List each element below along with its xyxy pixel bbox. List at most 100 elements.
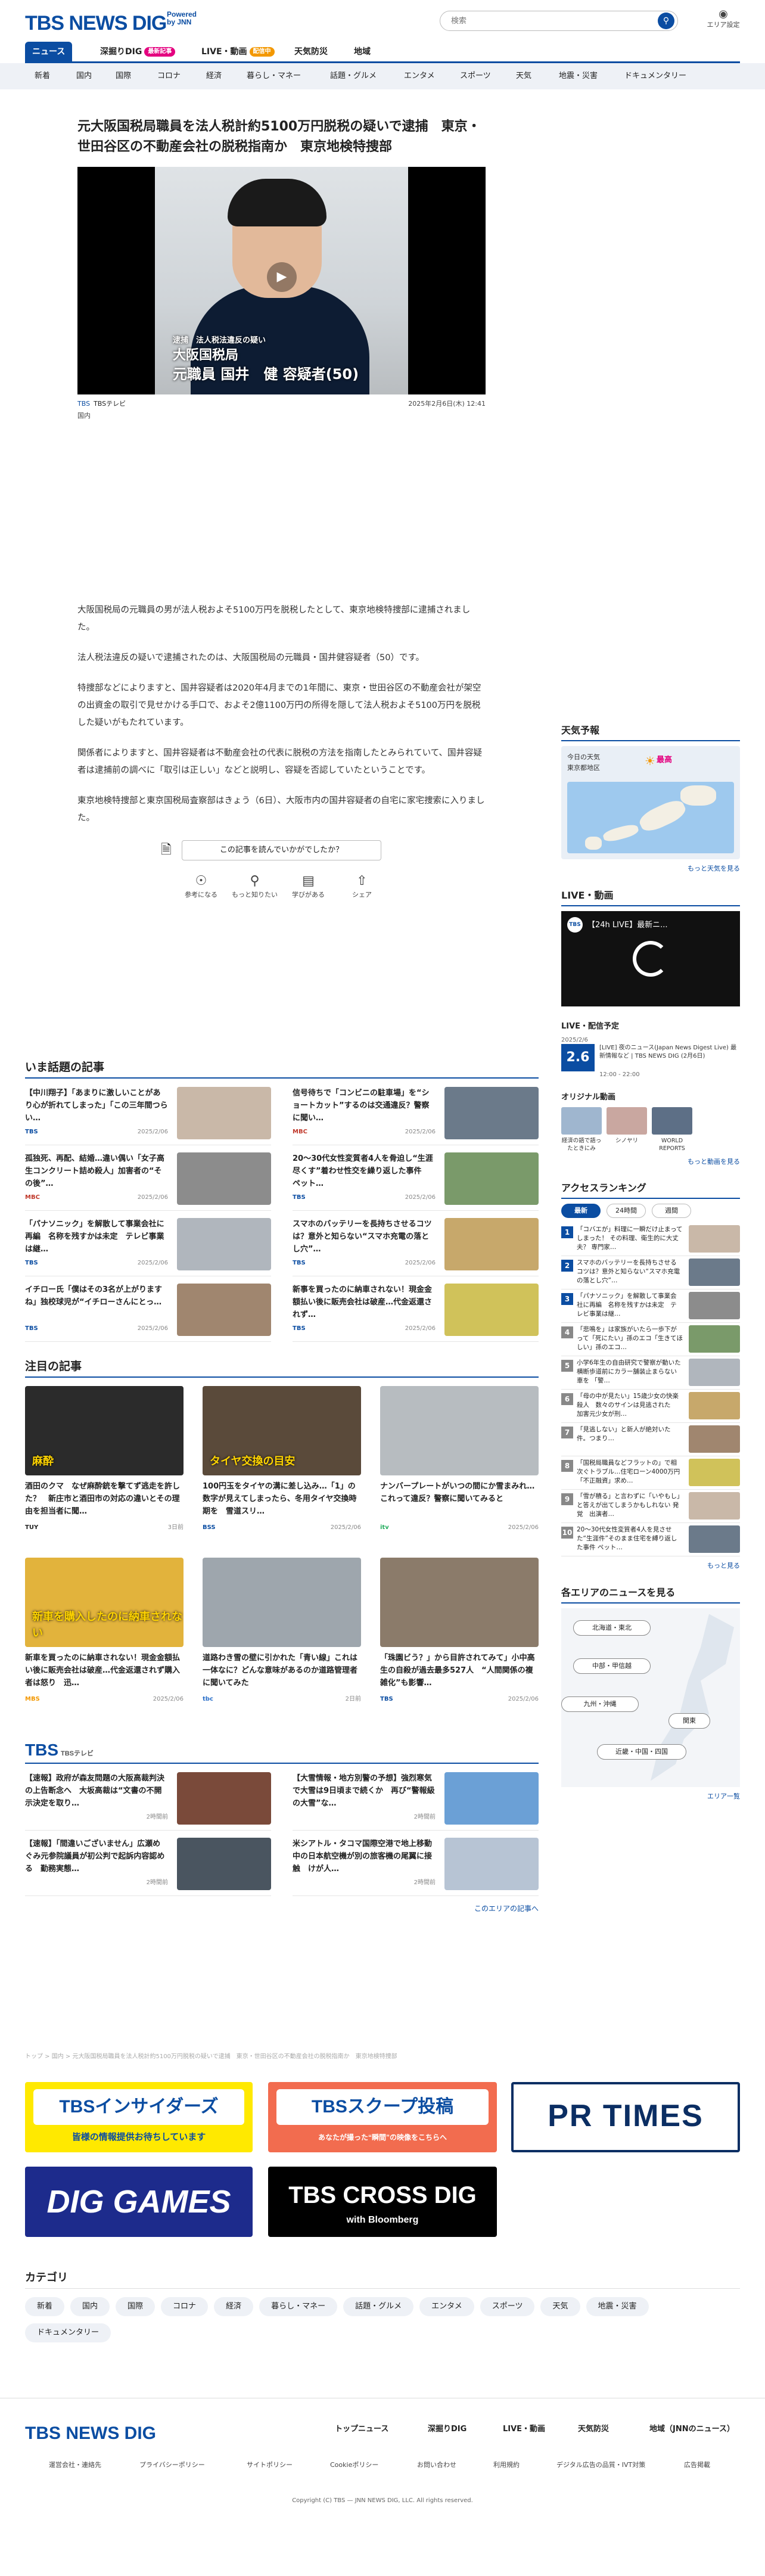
- category-chip[interactable]: 新着: [25, 2297, 65, 2316]
- topic-item[interactable]: 20〜30代女性変質者4人を骨迫し“生涯尽くす”着わせ性交を繰り返した事件 ペッ…: [293, 1152, 539, 1211]
- topic-item[interactable]: イチロー氏「僕はその3名が上がりますね」独校球児が“イチローさんにとっ… TBS 2…: [25, 1284, 271, 1342]
- tab-weather[interactable]: 天気防災: [287, 42, 335, 62]
- orig-video[interactable]: シノヤリ: [607, 1107, 647, 1152]
- category-chip[interactable]: 国内: [70, 2297, 110, 2316]
- footer-link[interactable]: デジタル広告の品質・IVT対策: [556, 2460, 645, 2471]
- category-chip[interactable]: 暮らし・マネー: [259, 2297, 338, 2316]
- topic-item[interactable]: 信号待ちで「コンビニの駐車場」を“ショートカット”するのは交通違反？警察に聞い……: [293, 1087, 539, 1145]
- orig-video[interactable]: 経済の語で語ったときにみ: [561, 1107, 602, 1152]
- feature-card[interactable]: 新車を購入したのに納車されない 新車を買ったのに納車されない！現金金額払い後に販売…: [25, 1558, 184, 1729]
- cat-documentary[interactable]: ドキュメンタリー: [624, 63, 686, 89]
- footer-nav-top[interactable]: トップニュース: [335, 2423, 388, 2435]
- footer-link[interactable]: サイトポリシー: [247, 2460, 293, 2471]
- category-chip[interactable]: 地震・災害: [586, 2297, 649, 2316]
- category-chip[interactable]: 話題・グルメ: [343, 2297, 414, 2316]
- feature-card[interactable]: 麻酔 酒田のクマ なぜ麻酔銃を撃てず逃走を許した？ 新庄市と酒田市の対応の違いとそ…: [25, 1386, 184, 1558]
- cat-corona[interactable]: コロナ: [157, 63, 181, 89]
- more-weather-link[interactable]: もっと天気を見る: [561, 864, 740, 874]
- ranking-item[interactable]: 3 「パナソニック」を解散して事業会社に再編 名称を残すかは未定 テレビ事業は継…: [561, 1289, 740, 1323]
- area-list-link[interactable]: エリア一覧: [561, 1792, 740, 1802]
- weather-widget[interactable]: 今日の天気 東京都地区 ☀ 最高: [561, 746, 740, 859]
- genre-link[interactable]: 国内: [77, 411, 91, 421]
- more-ranking-link[interactable]: もっと見る: [561, 1561, 740, 1571]
- react-useful[interactable]: ☉ 参考になる: [178, 872, 225, 908]
- tab-dig[interactable]: 深掘りDIG 最新記事: [93, 42, 182, 62]
- ranking-item[interactable]: 4 「悲鳴を」は家族がいたら一歩下がって「死にたい」孫のエコ「生きてほしい」孫のエ…: [561, 1323, 740, 1356]
- footer-logo[interactable]: TBS NEWS DIG: [25, 2420, 156, 2447]
- ranking-item[interactable]: 5 小学6年生の自由研究で警察が動いた 横断歩道前にカラー舗装止まらない車を 「警…: [561, 1356, 740, 1390]
- tbs-more-link[interactable]: このエリアの記事へ: [25, 1903, 539, 1914]
- weather-map[interactable]: [567, 782, 734, 853]
- category-chip[interactable]: 国際: [116, 2297, 156, 2316]
- insider-banner[interactable]: TBSインサイダーズ 皆様の情報提供お待ちしています: [25, 2082, 253, 2152]
- live-player[interactable]: TBS 【24h LIVE】最新ニ...: [561, 911, 740, 1006]
- topic-item[interactable]: 孤独死、再配、結婚…違い偶い「女子高生コンクリート詰め殺人」加害者の“その後”……: [25, 1152, 271, 1211]
- category-chip[interactable]: 経済: [214, 2297, 254, 2316]
- feature-card[interactable]: 道路わき雪の壁に引かれた「青い線」これは一体なに？どんな意味があるのか道路管理者…: [203, 1558, 361, 1729]
- more-videos-link[interactable]: もっと動画を見る: [561, 1157, 740, 1167]
- rank-tab-latest[interactable]: 最新: [561, 1204, 601, 1218]
- cat-tenki[interactable]: 天気: [516, 63, 531, 89]
- rank-tab-24h[interactable]: 24時間: [607, 1204, 646, 1218]
- feature-card[interactable]: ナンバープレートがいつの間にか雪まみれ…これって違反？警察に聞いてみると itv 2…: [380, 1386, 539, 1558]
- crossdig-banner[interactable]: TBS CROSS DIG with Bloomberg: [268, 2167, 497, 2237]
- ranking-item[interactable]: 2 スマホのバッテリーを長持ちさせるコツは？意外と知らない“スマホ充電の落とし穴”…: [561, 1256, 740, 1289]
- topic-item[interactable]: スマホのバッテリーを長持ちさせるコツは？意外と知らない“スマホ充電の落とし穴”……: [293, 1218, 539, 1276]
- tbs-item[interactable]: 【速報】政府が森友問題の大阪高裁判決の上告断念へ 大坂高裁は“文書の不開示決定を…: [25, 1772, 271, 1831]
- cat-entame[interactable]: エンタメ: [404, 63, 435, 89]
- footer-link[interactable]: お問い合わせ: [417, 2460, 456, 2471]
- source-logo[interactable]: TBS TBSテレビ: [77, 399, 126, 409]
- tbs-item[interactable]: 米シアトル・タコマ国際空港で地上移動中の日本航空機が別の旅客機の尾翼に接触 けが…: [293, 1838, 539, 1896]
- prtimes-banner[interactable]: PR TIMES: [511, 2082, 740, 2152]
- search-input[interactable]: [440, 11, 678, 31]
- category-chip[interactable]: 天気: [540, 2297, 580, 2316]
- feedback-button[interactable]: 🗎 この記事を読んでいかがでしたか？: [161, 840, 381, 861]
- ranking-item[interactable]: 6 「母の中が見たい」15歳少女の快楽殺人 数々のサインは見逃された 加害元少女が…: [561, 1390, 740, 1423]
- feature-card[interactable]: 「珠園ビう？」から目許されてみて」小中高生の自殺が過去最多527人 “人間関係の…: [380, 1558, 539, 1729]
- tbs-item[interactable]: 【大雪情報・地方別警の予想】強烈寒気で大雪は9日頃まで続くか 再び“警報級の大雪…: [293, 1772, 539, 1831]
- cat-new[interactable]: 新着: [35, 63, 50, 89]
- footer-link[interactable]: 広告掲載: [684, 2460, 710, 2471]
- react-more[interactable]: ⚲ もっと知りたい: [231, 872, 279, 908]
- cat-domestic[interactable]: 国内: [76, 63, 92, 89]
- footer-nav-region[interactable]: 地域（JNNのニュース）: [649, 2423, 735, 2435]
- area-setting-button[interactable]: ◉ エリア設定: [699, 8, 747, 30]
- area-kyushu[interactable]: 九州・沖縄: [561, 1696, 639, 1712]
- area-kanto[interactable]: 関東: [668, 1713, 710, 1729]
- cat-money[interactable]: 暮らし・マネー: [247, 63, 301, 89]
- react-learn[interactable]: ▤ 学びがある: [285, 872, 332, 908]
- video-player[interactable]: ▶ 逮捕 法人税法違反の疑い 大阪国税局 元職員 国井 健 容疑者(50): [77, 167, 486, 395]
- site-logo[interactable]: TBS NEWS DIG Powered by JNN: [25, 8, 197, 39]
- area-hokkaido-tohoku[interactable]: 北海道・東北: [573, 1620, 651, 1636]
- search-icon[interactable]: ⚲: [658, 13, 674, 29]
- footer-nav-dig[interactable]: 深掘りDIG: [428, 2423, 467, 2435]
- scoop-banner[interactable]: TBSスクープ投稿 あなたが撮った“瞬間”の映像をこちらへ: [268, 2082, 497, 2152]
- category-chip[interactable]: エンタメ: [419, 2297, 474, 2316]
- topic-item[interactable]: 【中川翔子】「あまりに激しいことがあり心が折れてしまった」「この三年間つらい… T…: [25, 1087, 271, 1145]
- play-icon[interactable]: ▶: [267, 262, 297, 293]
- rank-tab-week[interactable]: 週間: [652, 1204, 691, 1218]
- area-chubu[interactable]: 中部・甲信越: [573, 1658, 651, 1674]
- topic-item[interactable]: 新事を買ったのに納車されない！現金金額払い後に販売会社は破産…代金返還されず… T…: [293, 1284, 539, 1342]
- tab-region[interactable]: 地域: [347, 42, 378, 62]
- footer-link[interactable]: 利用規約: [493, 2460, 520, 2471]
- area-kinki[interactable]: 近畿・中国・四国: [597, 1744, 686, 1760]
- cat-intl[interactable]: 国際: [116, 63, 131, 89]
- feature-card[interactable]: タイヤ交換の目安 100円玉をタイヤの溝に差し込み…「1」の数字が見えてしまったら…: [203, 1386, 361, 1558]
- orig-video[interactable]: WORLD REPORTS: [652, 1107, 692, 1152]
- cat-disaster[interactable]: 地震・災害: [559, 63, 598, 89]
- breadcrumb[interactable]: トップ > 国内 > 元大阪国税局職員を法人税計約5100万円脱税の疑いで逮捕 …: [25, 2052, 397, 2061]
- ranking-item[interactable]: 7 「見逃しない」と新人が絶対いた件。つまり…: [561, 1423, 740, 1456]
- cat-economy[interactable]: 経済: [206, 63, 222, 89]
- category-chip[interactable]: スポーツ: [480, 2297, 535, 2316]
- live-schedule-item[interactable]: 2025/2/6 2.6 [LIVE] 夜のニュース(Japan News Di…: [561, 1036, 740, 1078]
- tab-news[interactable]: ニュース: [25, 42, 73, 62]
- tab-live[interactable]: LIVE・動画 配信中: [194, 42, 282, 62]
- ranking-item[interactable]: 9 「雪が積る」と言わずに「いやもし」と答えが出てしまうかもしれない 発覚 出演者…: [561, 1490, 740, 1523]
- cat-sports[interactable]: スポーツ: [460, 63, 491, 89]
- games-banner[interactable]: DIG GAMES: [25, 2167, 253, 2237]
- ranking-item[interactable]: 10 20〜30代女性変質者4人を見させた“生涯件”そのまま住宅を縛り返した事件 …: [561, 1523, 740, 1556]
- ranking-item[interactable]: 8 「国税局職員などフラットの」で相次ぐトラブル…住宅ローン4000万円「不正融資…: [561, 1456, 740, 1490]
- react-share[interactable]: ⇧ シェア: [338, 872, 386, 908]
- category-chip[interactable]: コロナ: [161, 2297, 209, 2316]
